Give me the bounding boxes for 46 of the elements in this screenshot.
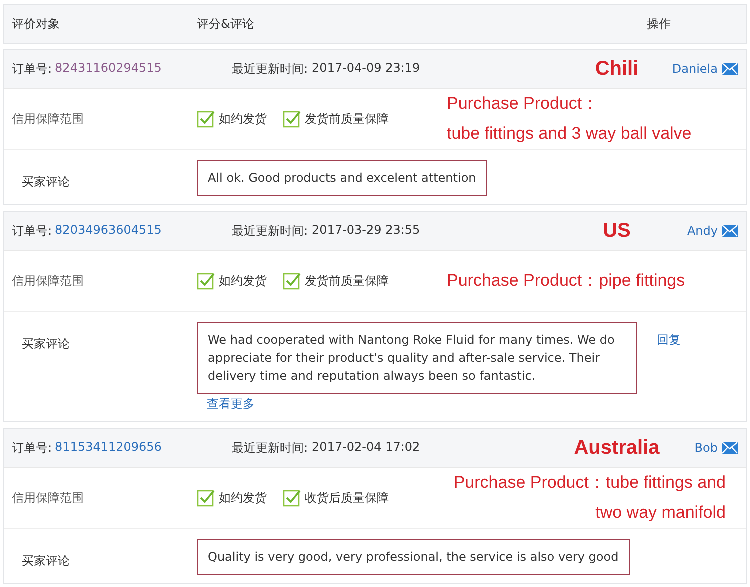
update-time-label: 最近更新时间: [232, 222, 308, 240]
guarantee-label: 信用保障范围 [11, 490, 85, 506]
product-annotation: Purchase Product：pipe fittings [447, 270, 686, 292]
buyer-comment: All ok. Good products and excelent attention [197, 160, 488, 196]
update-time: 2017-04-09 23:19 [312, 60, 420, 76]
reply-link[interactable]: 回复 [657, 333, 681, 347]
order-label: 订单号: [12, 222, 52, 240]
guarantee-label: 信用保障范围 [11, 110, 85, 128]
column-header: 评价对象 [11, 16, 61, 32]
order-number-link[interactable]: 82431160294515 [55, 60, 162, 78]
country-annotation: US [602, 220, 632, 242]
buyer-link[interactable]: Bob [694, 441, 718, 455]
product-annotation: Purchase Product：tube fittings and [454, 472, 726, 494]
guarantee-text: 发货前质量保障 [305, 272, 389, 290]
guarantee-text: 如约发货 [219, 272, 267, 290]
update-time-label: 最近更新时间: [232, 60, 308, 78]
order-label: 订单号: [12, 440, 52, 456]
country-annotation: Chili [594, 58, 640, 80]
comment-label: 买家评论 [21, 174, 71, 191]
order-label: 订单号: [12, 60, 52, 78]
mail-icon[interactable] [722, 225, 738, 237]
buyer-link[interactable]: Andy [687, 224, 718, 238]
update-time-label: 最近更新时间: [232, 440, 308, 456]
column-header: 操作 [646, 16, 671, 32]
order-number-link[interactable]: 82034963604515 [55, 222, 162, 240]
guarantee-label: 信用保障范围 [11, 272, 85, 290]
mail-icon[interactable] [722, 442, 738, 454]
mail-icon[interactable] [722, 63, 738, 75]
view-more-link[interactable]: 查看更多 [197, 396, 637, 413]
product-annotation: two way manifold [596, 502, 726, 524]
column-header: 评分&评论 [197, 16, 256, 32]
update-time: 2017-02-04 17:02 [312, 440, 420, 456]
comment-label: 买家评论 [21, 553, 71, 570]
guarantee-text: 发货前质量保障 [305, 110, 389, 128]
order-number-link[interactable]: 81153411209656 [55, 440, 162, 456]
comment-label: 买家评论 [21, 336, 71, 353]
product-annotation: Purchase Product： [447, 93, 600, 115]
buyer-comment: Quality is very good, very professional, the service is also very good [197, 539, 630, 575]
country-annotation: Australia [573, 436, 661, 460]
buyer-link[interactable]: Daniela [672, 62, 718, 76]
update-time: 2017-03-29 23:55 [312, 222, 420, 238]
guarantee-text: 如约发货 [219, 110, 267, 128]
guarantee-text: 如约发货 [219, 490, 267, 506]
buyer-comment: We had cooperated with Nantong Roke Fluid for many times. We do appreciate for their product's quality and after-sale service. Their delivery time and reputation always been so fantastic. [197, 322, 637, 394]
guarantee-text: 收货后质量保障 [305, 490, 389, 506]
product-annotation: tube fittings and 3 way ball valve [447, 123, 692, 145]
